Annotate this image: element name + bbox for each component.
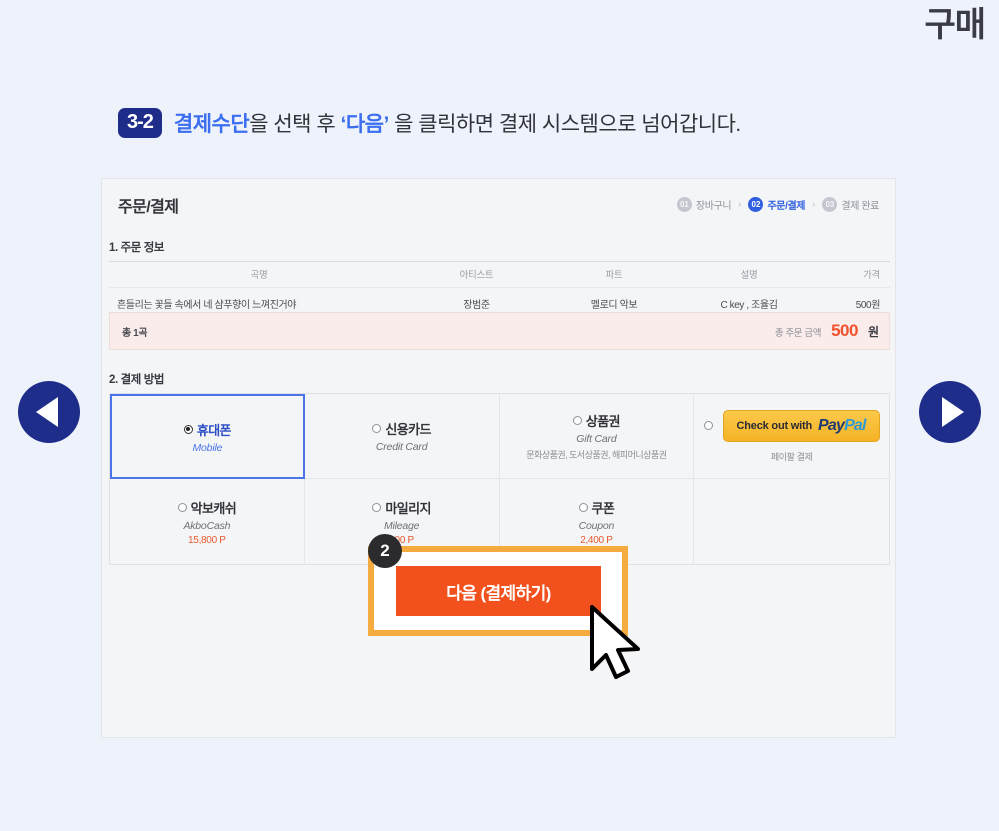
payment-option-sub: 문화상품권, 도서상품권, 해피머니상품권	[526, 450, 667, 460]
payment-option-label: 쿠폰	[591, 500, 615, 516]
step-number: 01	[676, 197, 692, 212]
column-header-price: 가격	[814, 261, 890, 288]
brand-logo: 구매	[924, 6, 986, 44]
panel-header: 주문/결제 01 장바구니 › 02 주문/결제 › 03 결제 완료	[102, 179, 895, 217]
paypal-checkout-button[interactable]: Check out with PayPal	[722, 409, 880, 442]
payment-option-label: 마일리지	[385, 500, 431, 516]
step-label: 결제 완료	[841, 201, 879, 212]
payment-option-mobile[interactable]: 휴대폰 Mobile	[110, 394, 305, 479]
section-order-info-label: 1. 주문 정보	[109, 242, 165, 254]
total-amount-value: 500	[831, 321, 858, 340]
total-count: 총 1곡	[122, 327, 148, 339]
radio-unselected-icon[interactable]	[572, 416, 582, 425]
column-header-desc: 설명	[684, 261, 814, 288]
step-number: 03	[822, 197, 838, 212]
instruction-line: 3-2 결제수단을 선택 후 ‘다음’ 을 클릭하면 결제 시스템으로 넘어갑니…	[118, 108, 741, 138]
payment-option-empty-slot	[694, 479, 889, 564]
payment-option-akbocash[interactable]: 악보캐쉬 AkboCash 15,800 P	[110, 479, 305, 564]
instruction-part4: 을 클릭하면 결제 시스템으로 넘어갑니다.	[388, 113, 741, 136]
order-total-row: 총 1곡 총 주문 금액 500 원	[109, 312, 890, 350]
step-number: 02	[748, 197, 764, 212]
payment-option-points: 15,800 P	[188, 534, 226, 546]
breadcrumb: 01 장바구니 › 02 주문/결제 › 03 결제 완료	[676, 193, 879, 212]
step-badge: 3-2	[118, 108, 162, 138]
payment-option-name-group: 마일리지	[372, 498, 431, 517]
column-header-part: 파트	[544, 261, 684, 288]
payment-option-english: Gift Card	[576, 433, 617, 445]
payment-option-label: 상품권	[585, 414, 621, 429]
payment-option-paypal[interactable]: Check out with PayPal 페이팔 결제	[694, 394, 889, 479]
breadcrumb-step-complete[interactable]: 03 결제 완료	[822, 197, 879, 212]
payment-method-grid: 휴대폰 Mobile 신용카드 Credit Card 상품권 Gift Car…	[109, 393, 890, 565]
section-payment-method-label: 2. 결제 방법	[109, 374, 165, 386]
radio-unselected-icon[interactable]	[578, 502, 588, 512]
payment-option-english: AkboCash	[183, 519, 231, 532]
total-currency: 원	[867, 325, 879, 339]
payment-option-name-group: 신용카드	[372, 419, 431, 438]
payment-option-name-group: 상품권	[572, 411, 621, 430]
payment-option-label: 신용카드	[385, 422, 431, 437]
column-header-title: 곡명	[109, 261, 409, 288]
column-header-artist: 아티스트	[409, 261, 544, 288]
breadcrumb-separator: ›	[812, 199, 816, 210]
instruction-keyword-next: ‘다음’	[340, 113, 389, 136]
mouse-cursor-icon	[590, 605, 640, 679]
prev-slide-button[interactable]	[18, 381, 80, 443]
checkout-panel: 주문/결제 01 장바구니 › 02 주문/결제 › 03 결제 완료 1. 주…	[101, 178, 896, 738]
payment-option-gift-card[interactable]: 상품권 Gift Card 문화상품권, 도서상품권, 해피머니상품권	[499, 394, 695, 479]
instruction-keyword: 결제수단	[173, 113, 250, 136]
next-payment-button[interactable]: 다음 (결제하기)	[396, 566, 601, 616]
payment-option-english: Coupon	[578, 519, 615, 532]
breadcrumb-separator: ›	[738, 199, 742, 210]
payment-option-label: 악보캐쉬	[190, 500, 237, 516]
payment-option-name-group: 악보캐쉬	[177, 498, 237, 517]
payment-option-label: 휴대폰	[196, 422, 232, 438]
payment-option-english: Mobile	[192, 441, 223, 454]
triangle-right-icon	[941, 397, 964, 427]
paypal-logo: PayPal	[818, 417, 866, 435]
radio-unselected-icon[interactable]	[372, 502, 382, 512]
annotation-badge-2: 2	[368, 534, 402, 568]
radio-unselected-icon[interactable]	[372, 424, 382, 433]
step-label: 장바구니	[695, 201, 732, 212]
table-header-row: 곡명 아티스트 파트 설명 가격	[109, 261, 890, 288]
paypal-row: Check out with PayPal	[703, 409, 880, 442]
payment-option-sub: 페이팔 결제	[770, 451, 813, 462]
payment-option-english: Credit Card	[375, 441, 428, 453]
payment-option-points: 2,400 P	[580, 534, 613, 546]
total-amount-group: 총 주문 금액 500 원	[775, 321, 879, 341]
triangle-left-icon	[36, 397, 58, 427]
breadcrumb-step-cart[interactable]: 01 장바구니	[676, 197, 732, 212]
breadcrumb-step-order[interactable]: 02 주문/결제	[748, 197, 805, 212]
page-title: 주문/결제	[118, 199, 179, 216]
next-slide-button[interactable]	[919, 381, 981, 443]
radio-unselected-icon[interactable]	[703, 421, 713, 430]
instruction-part2: 을 선택 후	[249, 113, 341, 136]
payment-option-name-group: 쿠폰	[578, 498, 615, 517]
payment-option-credit-card[interactable]: 신용카드 Credit Card	[304, 394, 500, 479]
payment-option-name-group: 휴대폰	[183, 420, 232, 439]
instruction-text: 결제수단을 선택 후 ‘다음’ 을 클릭하면 결제 시스템으로 넘어갑니다.	[174, 108, 741, 138]
step-label: 주문/결제	[767, 201, 806, 212]
slide-root: 구매 3-2 결제수단을 선택 후 ‘다음’ 을 클릭하면 결제 시스템으로 넘…	[0, 0, 999, 831]
paypal-logo-pal: Pal	[844, 416, 866, 434]
total-amount-label: 총 주문 금액	[774, 328, 822, 339]
radio-unselected-icon[interactable]	[177, 502, 187, 512]
paypal-prefix-label: Check out with	[736, 419, 813, 432]
paypal-logo-pay: Pay	[817, 416, 845, 434]
payment-option-english: Mileage	[383, 519, 420, 532]
radio-selected-icon[interactable]	[183, 424, 193, 434]
